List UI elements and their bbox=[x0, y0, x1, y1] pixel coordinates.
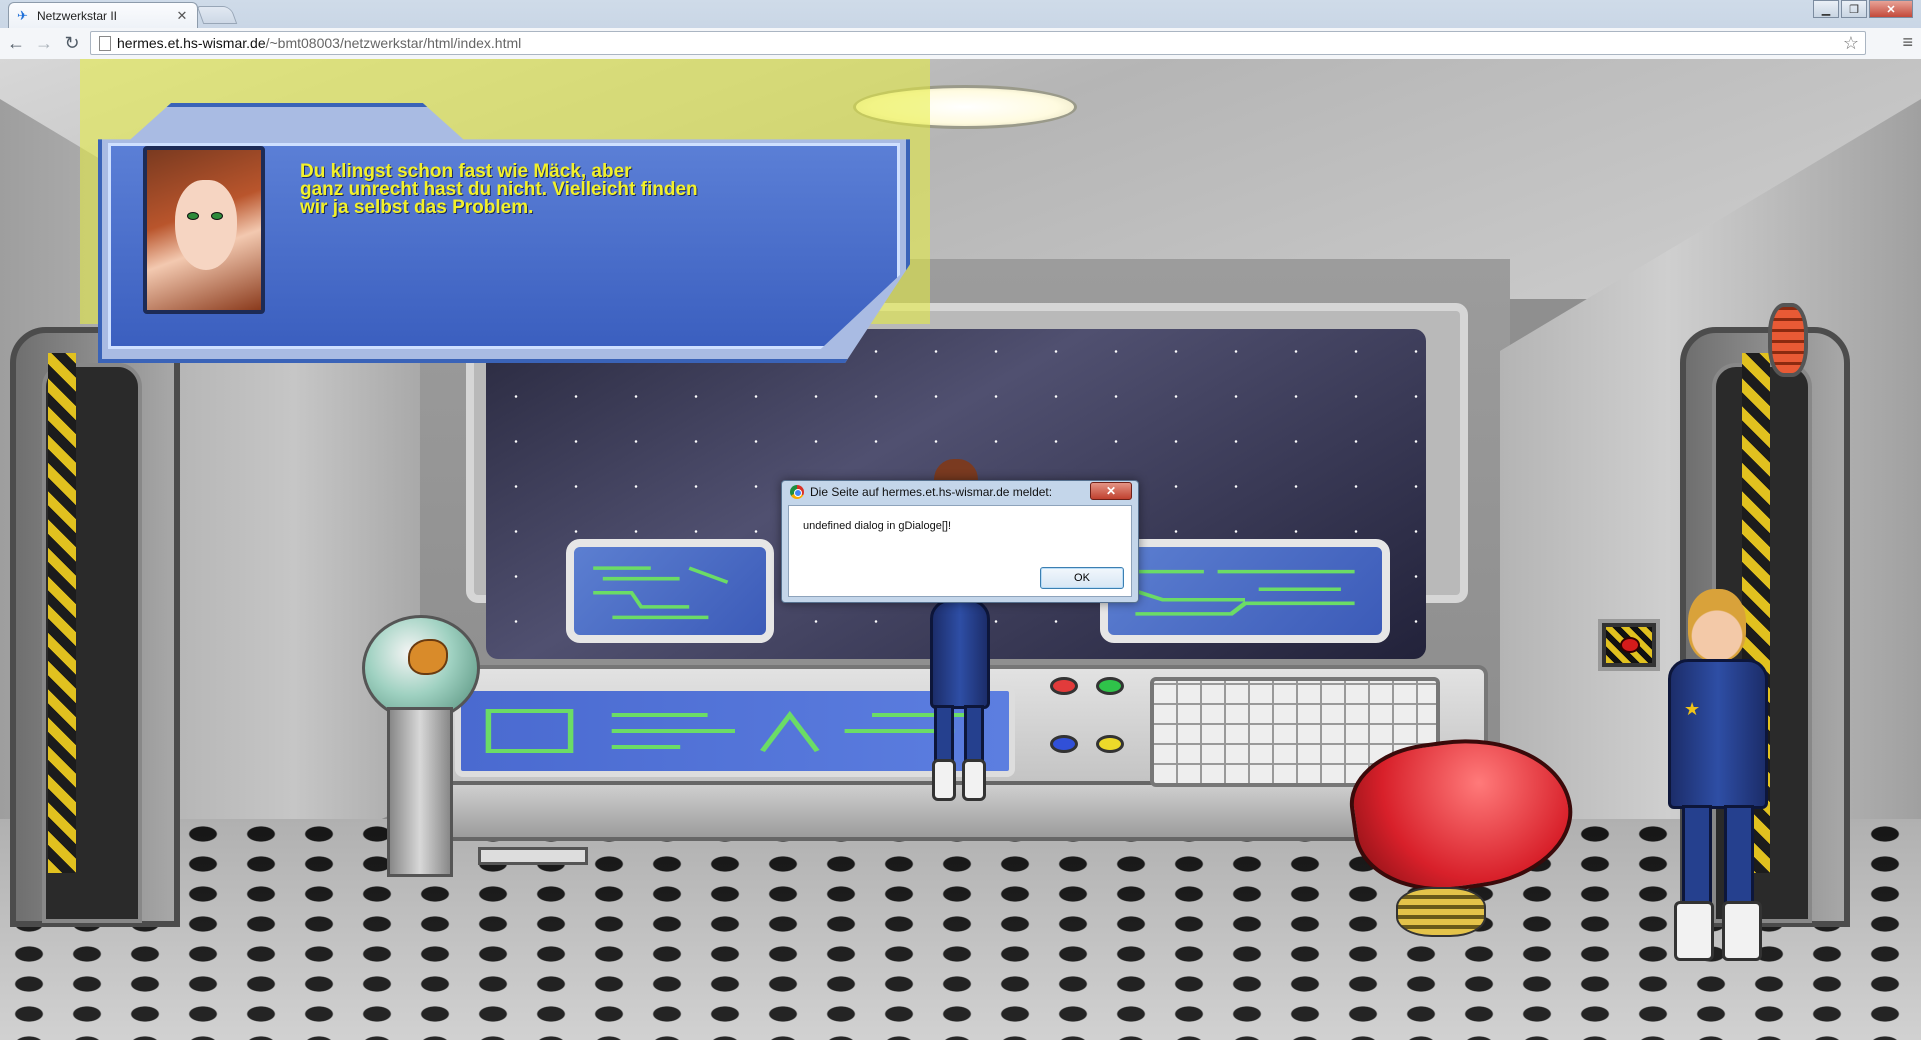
back-button[interactable]: ← bbox=[4, 32, 28, 56]
tab-title: Netzwerkstar II bbox=[37, 8, 118, 23]
alert-body: undefined dialog in gDialoge[]! OK bbox=[788, 505, 1132, 597]
star-badge-icon: ★ bbox=[1684, 699, 1701, 719]
crew-leg bbox=[964, 705, 984, 765]
wrench-menu-icon[interactable]: ≡ bbox=[1902, 32, 1913, 53]
browser-tab[interactable]: ✈ Netzwerkstar II ✕ bbox=[8, 2, 198, 28]
captain-boot bbox=[1722, 901, 1762, 961]
blue-console-button[interactable] bbox=[1050, 735, 1078, 753]
crew-leg bbox=[934, 705, 954, 765]
maximize-icon: ❐ bbox=[1849, 3, 1859, 16]
fishbowl-stand bbox=[387, 707, 453, 877]
url-path: /~bmt08003/netzwerkstar/html/index.html bbox=[265, 35, 522, 51]
console-vent bbox=[478, 847, 588, 865]
url-host: hermes.et.hs-wismar.de bbox=[117, 35, 266, 51]
window-close-button[interactable]: ✕ bbox=[1869, 0, 1913, 18]
minimize-icon: ▁ bbox=[1821, 3, 1831, 16]
new-tab-button[interactable] bbox=[196, 6, 238, 24]
portrait-eye bbox=[211, 212, 223, 220]
crew-boot bbox=[962, 759, 986, 801]
monitor-glyphs-icon bbox=[1128, 569, 1355, 616]
window-controls: ▁ ❐ ✕ bbox=[1811, 0, 1913, 18]
reload-button[interactable]: ↻ bbox=[60, 32, 84, 56]
red-button-icon bbox=[1620, 637, 1640, 653]
crew-body bbox=[930, 599, 990, 709]
red-console-button[interactable] bbox=[1050, 677, 1078, 695]
console-glyphs-icon bbox=[485, 709, 982, 753]
dialogue-text: Du klingst schon fast wie Mäck, aber gan… bbox=[300, 161, 698, 218]
red-wall-button[interactable] bbox=[1598, 619, 1660, 671]
captain-leg bbox=[1724, 805, 1754, 905]
address-bar[interactable]: hermes.et.hs-wismar.de/~bmt08003/netzwer… bbox=[90, 31, 1866, 55]
tab-strip: ✈ Netzwerkstar II ✕ ▁ ❐ ✕ bbox=[0, 0, 1921, 28]
captain-leg bbox=[1682, 805, 1712, 905]
captain-head bbox=[1688, 589, 1746, 661]
reload-icon: ↻ bbox=[64, 33, 80, 53]
alert-titlebar: Die Seite auf hermes.et.hs-wismar.de mel… bbox=[782, 481, 1138, 503]
forward-arrow-icon: → bbox=[35, 33, 53, 53]
hazard-stripe bbox=[48, 353, 76, 873]
crew-boot bbox=[932, 759, 956, 801]
console-base bbox=[415, 781, 1505, 841]
page-icon bbox=[99, 35, 111, 51]
green-console-button[interactable] bbox=[1096, 677, 1124, 695]
javascript-alert-dialog: Die Seite auf hermes.et.hs-wismar.de mel… bbox=[781, 480, 1139, 603]
left-monitor[interactable] bbox=[566, 539, 774, 643]
monitor-glyphs-icon bbox=[593, 566, 729, 620]
maximize-button[interactable]: ❐ bbox=[1841, 0, 1867, 18]
floor-shading bbox=[0, 819, 1921, 1040]
alert-title: Die Seite auf hermes.et.hs-wismar.de mel… bbox=[810, 485, 1053, 499]
bookmark-star-icon[interactable]: ☆ bbox=[1843, 33, 1859, 54]
alert-close-button[interactable]: ✕ bbox=[1090, 482, 1132, 500]
close-icon: ✕ bbox=[1886, 3, 1896, 16]
browser-toolbar: ← → ↻ hermes.et.hs-wismar.de/~bmt08003/n… bbox=[0, 28, 1921, 59]
back-arrow-icon: ← bbox=[7, 33, 25, 53]
captain-body bbox=[1668, 659, 1768, 809]
alarm-light[interactable] bbox=[1768, 303, 1808, 377]
chair-spring bbox=[1396, 887, 1486, 937]
alert-message: undefined dialog in gDialoge[]! bbox=[803, 520, 952, 532]
speaker-portrait bbox=[143, 146, 265, 314]
right-monitor[interactable] bbox=[1100, 539, 1390, 643]
yellow-console-button[interactable] bbox=[1096, 735, 1124, 753]
goldfish bbox=[408, 639, 448, 675]
chrome-logo-icon bbox=[790, 485, 804, 499]
browser-chrome: ✈ Netzwerkstar II ✕ ▁ ❐ ✕ ← → ↻ hermes.e… bbox=[0, 0, 1921, 59]
left-door[interactable] bbox=[10, 327, 180, 927]
close-icon: ✕ bbox=[1105, 484, 1117, 498]
minimize-button[interactable]: ▁ bbox=[1813, 0, 1839, 18]
ok-button[interactable]: OK bbox=[1040, 567, 1124, 589]
portrait-face bbox=[175, 180, 237, 270]
portrait-eye bbox=[187, 212, 199, 220]
captain-boot bbox=[1674, 901, 1714, 961]
tab-close-icon[interactable]: ✕ bbox=[175, 9, 189, 23]
site-favicon-icon: ✈ bbox=[17, 7, 28, 23]
forward-button[interactable]: → bbox=[32, 32, 56, 56]
